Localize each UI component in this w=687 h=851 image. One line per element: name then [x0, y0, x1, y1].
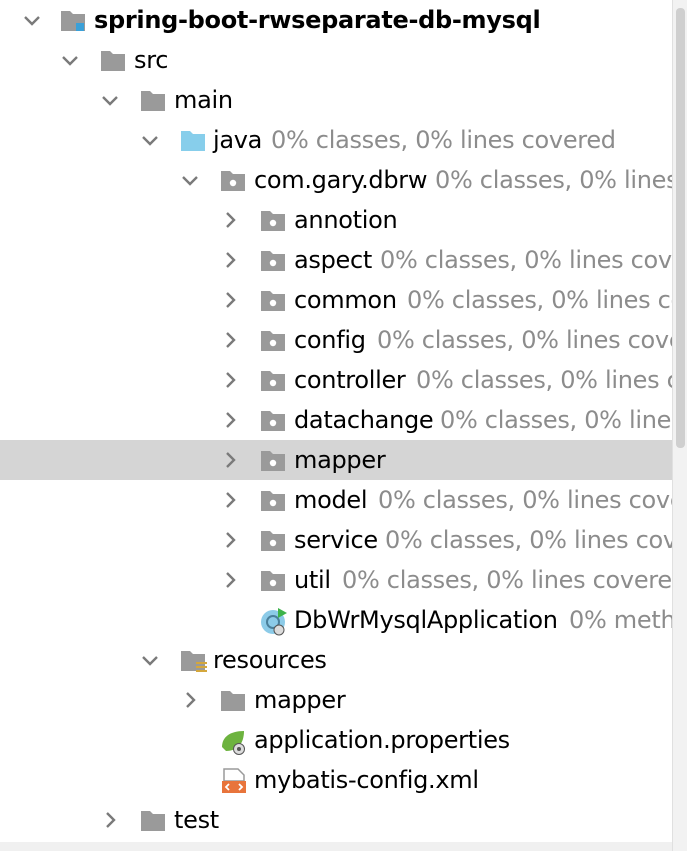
package-icon [258, 360, 290, 400]
chevron-down-icon[interactable] [138, 120, 162, 160]
tree-node-package-selected[interactable]: mapper [0, 440, 672, 480]
tree-node-package[interactable]: datachange 0% classes, 0% lines covered [0, 400, 672, 440]
package-icon [258, 320, 290, 360]
chevron-right-icon[interactable] [218, 240, 242, 280]
chevron-down-icon[interactable] [98, 80, 122, 120]
package-icon [258, 440, 290, 480]
tree-node-label: application.properties [254, 726, 510, 754]
package-icon [258, 400, 290, 440]
chevron-right-icon[interactable] [178, 680, 202, 720]
tree-node-package[interactable]: controller 0% classes, 0% lines covered [0, 360, 672, 400]
chevron-right-icon[interactable] [218, 200, 242, 240]
package-icon [258, 520, 290, 560]
tree-node-test[interactable]: test [0, 800, 672, 840]
project-name: spring-boot-rwseparate-db-mysql [94, 6, 541, 34]
chevron-right-icon[interactable] [218, 520, 242, 560]
chevron-right-icon[interactable] [218, 320, 242, 360]
package-icon [218, 160, 250, 200]
tree-node-label: com.gary.dbrw [254, 166, 428, 194]
tree-node-label: main [174, 86, 233, 114]
tree-node-label: datachange [294, 406, 434, 434]
vertical-scrollbar[interactable] [672, 0, 687, 851]
coverage-info: 0% classes, 0% lines covered [416, 366, 672, 394]
tree-node-label: java [213, 126, 263, 154]
chevron-down-icon[interactable] [178, 160, 202, 200]
scrollbar-thumb[interactable] [676, 8, 685, 448]
package-icon [258, 200, 290, 240]
tree-node-package-root[interactable]: com.gary.dbrw 0% classes, 0% lines cover… [0, 160, 672, 200]
coverage-info: 0% classes, 0% lines covered [380, 246, 672, 274]
coverage-info: 0% classes, 0% lines covered [342, 566, 672, 594]
tree-node-package[interactable]: model 0% classes, 0% lines covered [0, 480, 672, 520]
project-tree: spring-boot-rwseparate-db-mysql src main… [0, 0, 672, 851]
spring-boot-class-icon [258, 600, 290, 640]
chevron-right-icon[interactable] [218, 440, 242, 480]
tree-node-label: service [294, 526, 378, 554]
tree-node-folder[interactable]: mapper [0, 680, 672, 720]
resources-folder-icon [178, 640, 210, 680]
tree-node-main[interactable]: main [0, 80, 672, 120]
folder-icon [218, 680, 250, 720]
spring-properties-icon [218, 720, 250, 760]
folder-icon [138, 800, 170, 840]
tree-node-label: src [134, 46, 169, 74]
package-icon [258, 480, 290, 520]
tree-node-file[interactable]: application.properties [0, 720, 672, 760]
chevron-right-icon[interactable] [218, 280, 242, 320]
folder-icon [138, 80, 170, 120]
chevron-right-icon[interactable] [218, 400, 242, 440]
chevron-down-icon[interactable] [58, 40, 82, 80]
tree-node-label: DbWrMysqlApplication [294, 606, 558, 634]
tree-node-package[interactable]: annotion [0, 200, 672, 240]
package-icon [258, 560, 290, 600]
tree-node-java[interactable]: java 0% classes, 0% lines covered [0, 120, 672, 160]
tree-node-label: common [294, 286, 397, 314]
coverage-info: 0% classes, 0% lines covered [377, 326, 672, 354]
coverage-info: 0% classes, 0% lines covered [440, 406, 672, 434]
tree-node-class[interactable]: DbWrMysqlApplication 0% methods [0, 600, 672, 640]
tree-node-package[interactable]: config 0% classes, 0% lines covered [0, 320, 672, 360]
tree-node-project[interactable]: spring-boot-rwseparate-db-mysql [0, 0, 672, 40]
coverage-info: 0% classes, 0% lines covered [435, 166, 672, 194]
tree-node-label: annotion [294, 206, 398, 234]
coverage-info: 0% classes, 0% lines covered [378, 486, 672, 514]
chevron-right-icon[interactable] [218, 480, 242, 520]
package-icon [258, 240, 290, 280]
tree-node-label: mapper [254, 686, 346, 714]
chevron-right-icon[interactable] [98, 800, 122, 840]
tree-node-label: mapper [294, 446, 386, 474]
partially-visible-row [0, 842, 672, 851]
tree-node-label: test [174, 806, 219, 834]
xml-file-icon [218, 760, 250, 800]
coverage-info: 0% classes, 0% lines covered [407, 286, 672, 314]
chevron-down-icon[interactable] [20, 0, 44, 40]
tree-node-label: resources [213, 646, 327, 674]
chevron-right-icon[interactable] [218, 560, 242, 600]
folder-icon [98, 40, 130, 80]
tree-node-label: model [294, 486, 368, 514]
tree-node-label: controller [294, 366, 406, 394]
tree-node-package[interactable]: aspect 0% classes, 0% lines covered [0, 240, 672, 280]
tree-node-package[interactable]: common 0% classes, 0% lines covered [0, 280, 672, 320]
coverage-info: 0% methods [569, 606, 672, 634]
module-folder-icon [58, 0, 90, 40]
tree-node-label: mybatis-config.xml [254, 766, 479, 794]
tree-node-src[interactable]: src [0, 40, 672, 80]
coverage-info: 0% classes, 0% lines covered [271, 126, 616, 154]
tree-node-label: config [294, 326, 366, 354]
source-folder-icon [178, 120, 210, 160]
tree-node-package[interactable]: util 0% classes, 0% lines covered [0, 560, 672, 600]
chevron-down-icon[interactable] [138, 640, 162, 680]
coverage-info: 0% classes, 0% lines covered [385, 526, 672, 554]
tree-node-package[interactable]: service 0% classes, 0% lines covered [0, 520, 672, 560]
tree-node-resources[interactable]: resources [0, 640, 672, 680]
package-icon [258, 280, 290, 320]
tree-node-file[interactable]: mybatis-config.xml [0, 760, 672, 800]
chevron-right-icon[interactable] [218, 360, 242, 400]
tree-node-label: util [294, 566, 331, 594]
tree-node-label: aspect [294, 246, 373, 274]
